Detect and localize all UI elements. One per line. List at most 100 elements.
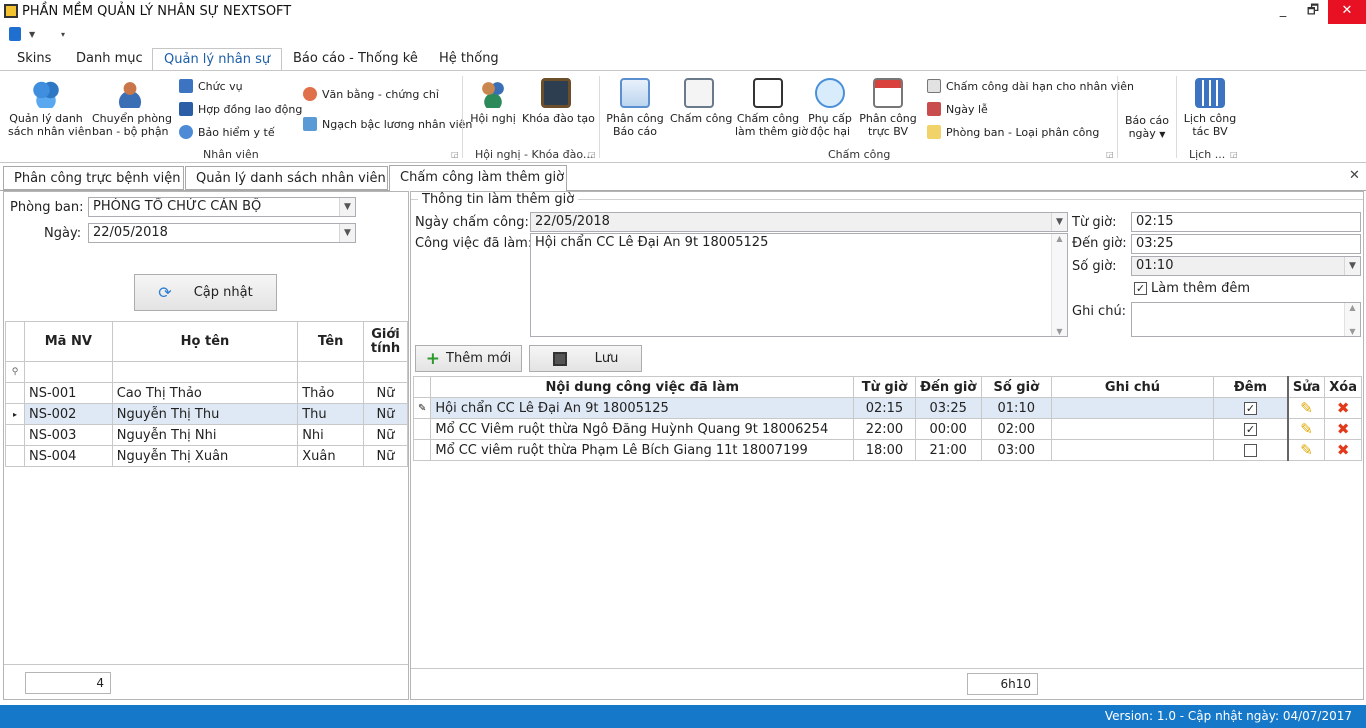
delete-x-icon[interactable]: ✖: [1337, 399, 1350, 417]
long-term-timekeeping-item[interactable]: Chấm công dài hạn cho nhân viên: [927, 79, 1134, 93]
cell-so-gio[interactable]: 02:00: [980, 418, 1052, 440]
table-row[interactable]: Mổ CC Viêm ruột thừa Ngô Đăng Huỳnh Quan…: [412, 418, 1362, 440]
assignment-report-button[interactable]: Phân công Báo cáo: [606, 78, 664, 138]
col-gioi-tinh[interactable]: Giới tính: [363, 321, 408, 362]
edit-cell[interactable]: ✎: [1286, 418, 1326, 440]
col-sua[interactable]: Sửa: [1286, 376, 1326, 398]
cell-tu-gio[interactable]: 18:00: [853, 439, 916, 461]
scrollbar[interactable]: ▲ ▼: [1344, 303, 1360, 336]
pencil-icon[interactable]: ✎: [1300, 441, 1313, 459]
group-launcher-icon[interactable]: ◲: [451, 150, 459, 159]
work-date-picker[interactable]: 22/05/2018 ▼: [530, 212, 1068, 232]
overtime-button[interactable]: Chấm công làm thêm giờ: [735, 78, 808, 138]
col-tu-gio[interactable]: Từ giờ: [853, 376, 916, 398]
position-item[interactable]: Chức vụ: [179, 79, 243, 93]
scroll-up-icon[interactable]: ▲: [1345, 303, 1360, 312]
scroll-down-icon[interactable]: ▼: [1345, 327, 1360, 336]
doc-tab-duty[interactable]: Phân công trực bệnh viện: [3, 166, 184, 190]
delete-cell[interactable]: ✖: [1324, 397, 1362, 419]
cell-ghi-chu[interactable]: [1050, 418, 1215, 440]
cell-noi-dung[interactable]: Hội chẩn CC Lê Đại An 9t 18005125: [430, 397, 855, 419]
hospital-duty-button[interactable]: Phân công trực BV: [859, 78, 917, 138]
col-so-gio[interactable]: Số giờ: [980, 376, 1052, 398]
chevron-down-icon[interactable]: ▼: [339, 198, 355, 216]
cell-ho-ten[interactable]: Nguyễn Thị Nhi: [111, 424, 299, 446]
cell-ghi-chu[interactable]: [1050, 397, 1215, 419]
cell-noi-dung[interactable]: Mổ CC viêm ruột thừa Phạm Lê Bích Giang …: [430, 439, 855, 461]
scroll-down-icon[interactable]: ▼: [1052, 327, 1067, 336]
cell-ten[interactable]: Thảo: [297, 382, 365, 404]
maximize-button[interactable]: 🗗: [1298, 0, 1328, 24]
group-launcher-icon[interactable]: ◲: [1230, 150, 1238, 159]
tab-quan-ly-nhan-su[interactable]: Quản lý nhân sự: [152, 48, 283, 71]
col-ghi-chu[interactable]: Ghi chú: [1050, 376, 1215, 398]
filter-cell[interactable]: [111, 361, 299, 383]
chevron-down-icon[interactable]: ▼: [1344, 257, 1360, 275]
cell-gioi-tinh[interactable]: Nữ: [363, 424, 408, 446]
dept-assignment-type-item[interactable]: Phòng ban - Loại phân công: [927, 125, 1099, 139]
scrollbar[interactable]: ▲ ▼: [1051, 234, 1067, 336]
tab-skins[interactable]: Skins: [17, 51, 51, 66]
customize-qat-icon[interactable]: ▾: [61, 30, 65, 39]
work-schedule-button[interactable]: Lịch công tác BV: [1182, 78, 1238, 138]
cell-ma-nv[interactable]: NS-002: [23, 403, 113, 425]
table-row[interactable]: ▸ NS-002 Nguyễn Thị Thu Thu Nữ: [5, 403, 408, 425]
cell-ho-ten[interactable]: Cao Thị Thảo: [111, 382, 299, 404]
hazard-allowance-button[interactable]: Phụ cấp độc hại: [807, 78, 853, 138]
table-row[interactable]: NS-004 Nguyễn Thị Xuân Xuân Nữ: [5, 445, 408, 467]
cell-ho-ten[interactable]: Nguyễn Thị Thu: [111, 403, 299, 425]
daily-report-button[interactable]: Báo cáo ngày ▼: [1123, 114, 1171, 141]
update-button[interactable]: ⟳ Cập nhật: [134, 274, 277, 311]
pencil-icon[interactable]: ✎: [1300, 399, 1313, 417]
minimize-button[interactable]: _: [1268, 0, 1298, 24]
work-done-textarea[interactable]: Hội chẩn CC Lê Đại An 9t 18005125 ▲ ▼: [530, 233, 1068, 337]
chevron-down-icon[interactable]: ▼: [1051, 213, 1067, 231]
chevron-down-icon[interactable]: ▼: [29, 30, 35, 39]
cell-ghi-chu[interactable]: [1050, 439, 1215, 461]
cell-den-gio[interactable]: 03:25: [914, 397, 982, 419]
col-noi-dung[interactable]: Nội dung công việc đã làm: [430, 376, 855, 398]
group-launcher-icon[interactable]: ◲: [588, 150, 596, 159]
cell-so-gio[interactable]: 01:10: [980, 397, 1052, 419]
close-button[interactable]: ✕: [1328, 0, 1366, 24]
cell-tu-gio[interactable]: 02:15: [853, 397, 916, 419]
col-ten[interactable]: Tên: [297, 321, 365, 362]
cell-so-gio[interactable]: 03:00: [980, 439, 1052, 461]
save-button[interactable]: Lưu: [529, 345, 642, 372]
table-row[interactable]: NS-001 Cao Thị Thảo Thảo Nữ: [5, 382, 408, 404]
salary-grade-item[interactable]: Ngạch bậc lương nhân viên: [303, 117, 472, 131]
to-time-input[interactable]: 03:25: [1131, 234, 1361, 254]
cell-den-gio[interactable]: 21:00: [914, 439, 982, 461]
doc-tab-employees[interactable]: Quản lý danh sách nhân viên: [185, 166, 388, 190]
checkbox-checked-icon[interactable]: ✓: [1134, 282, 1147, 295]
employee-list-button[interactable]: Quản lý danh sách nhân viên: [8, 78, 91, 138]
cell-ten[interactable]: Xuân: [297, 445, 365, 467]
doc-tab-overtime[interactable]: Chấm công làm thêm giờ: [389, 165, 567, 191]
night-overtime-checkbox[interactable]: ✓ Làm thêm đêm: [1134, 281, 1250, 296]
holidays-item[interactable]: Ngày lễ: [927, 102, 988, 116]
edit-cell[interactable]: ✎: [1286, 397, 1326, 419]
filter-cell[interactable]: [23, 361, 113, 383]
cell-ho-ten[interactable]: Nguyễn Thị Xuân: [111, 445, 299, 467]
cell-ma-nv[interactable]: NS-001: [23, 382, 113, 404]
timekeeping-button[interactable]: Chấm công: [670, 78, 732, 125]
conference-button[interactable]: Hội nghị: [470, 78, 516, 125]
cell-ma-nv[interactable]: NS-003: [23, 424, 113, 446]
cell-gioi-tinh[interactable]: Nữ: [363, 403, 408, 425]
cell-dem[interactable]: [1213, 439, 1289, 461]
table-row[interactable]: NS-003 Nguyễn Thị Nhi Nhi Nữ: [5, 424, 408, 446]
table-row[interactable]: ✎ Hội chẩn CC Lê Đại An 9t 18005125 02:1…: [412, 397, 1362, 419]
labor-contract-item[interactable]: Hợp đồng lao động: [179, 102, 302, 116]
edit-cell[interactable]: ✎: [1286, 439, 1326, 461]
table-row[interactable]: Mổ CC viêm ruột thừa Phạm Lê Bích Giang …: [412, 439, 1362, 461]
delete-x-icon[interactable]: ✖: [1337, 441, 1350, 459]
cell-gioi-tinh[interactable]: Nữ: [363, 382, 408, 404]
delete-cell[interactable]: ✖: [1324, 439, 1362, 461]
col-xoa[interactable]: Xóa: [1324, 376, 1362, 398]
health-insurance-item[interactable]: Bảo hiểm y tế: [179, 125, 275, 139]
filter-cell[interactable]: [297, 361, 365, 383]
office-logo-icon[interactable]: [9, 27, 21, 41]
cell-tu-gio[interactable]: 22:00: [853, 418, 916, 440]
add-new-button[interactable]: + Thêm mới: [415, 345, 522, 372]
hours-select[interactable]: 01:10 ▼: [1131, 256, 1361, 276]
